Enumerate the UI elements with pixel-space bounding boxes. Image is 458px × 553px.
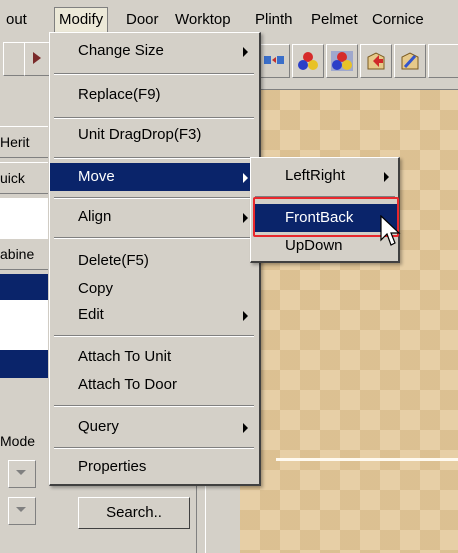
menu-separator (54, 197, 254, 199)
menu-item-attach-to-door[interactable]: Attach To Door (50, 371, 258, 399)
label-mode: Mode (0, 426, 48, 456)
annotation-highlight-box (253, 197, 399, 237)
search-button[interactable]: Search.. (78, 497, 190, 529)
menu-item-change-size[interactable]: Change Size (50, 37, 258, 65)
menu-item-copy[interactable]: Copy (50, 275, 258, 303)
paint-colors-button[interactable] (326, 44, 358, 78)
menu-door[interactable]: Door (122, 8, 163, 32)
tab-heritage[interactable]: Herit (0, 126, 48, 158)
second-dropdown[interactable] (8, 497, 36, 525)
menu-separator (54, 447, 254, 449)
menu-cornice[interactable]: Cornice (368, 8, 428, 32)
play-button[interactable] (24, 42, 50, 76)
menu-item-label: Align (78, 208, 112, 225)
edit-cabinet-button[interactable] (394, 44, 426, 78)
chevron-down-icon (16, 507, 26, 512)
selected-row-2[interactable] (0, 350, 48, 378)
selected-row[interactable] (0, 274, 48, 300)
submenu-item-label: LeftRight (285, 167, 346, 184)
menu-item-properties[interactable]: Properties (50, 453, 258, 481)
menu-item-label: Edit (78, 306, 104, 323)
mouse-cursor-icon (380, 215, 401, 246)
menu-item-move[interactable]: Move (50, 163, 258, 191)
cabinet-arrow-button[interactable] (360, 44, 392, 78)
submenu-arrow-icon (384, 172, 389, 182)
menu-item-label: Move (78, 168, 115, 185)
submenu-arrow-icon (243, 173, 248, 183)
wall-line (276, 458, 458, 461)
paint-colors-icon (331, 51, 353, 71)
menu-separator (54, 157, 254, 159)
left-panel: Herit uick abine Mode (0, 38, 50, 553)
modify-menu: Change Size Replace(F9) Unit DragDrop(F3… (49, 32, 261, 486)
menu-item-replace[interactable]: Replace(F9) (50, 81, 258, 109)
tab-quick[interactable]: uick (0, 162, 48, 194)
menu-item-query[interactable]: Query (50, 413, 258, 441)
play-icon (33, 52, 41, 64)
menu-separator (54, 117, 254, 119)
menu-item-delete[interactable]: Delete(F5) (50, 247, 258, 275)
menu-item-align[interactable]: Align (50, 203, 258, 231)
chevron-down-icon (16, 470, 26, 475)
menu-item-label: Change Size (78, 42, 164, 59)
menu-item-label: Query (78, 418, 119, 435)
cabinet-arrow-icon (367, 52, 385, 70)
list-area (0, 198, 48, 238)
menu-separator (54, 405, 254, 407)
submenu-arrow-icon (243, 311, 248, 321)
menu-item-edit[interactable]: Edit (50, 301, 258, 329)
menu-worktop[interactable]: Worktop (171, 8, 235, 32)
toolbar (240, 38, 458, 90)
colors-icon (298, 52, 318, 70)
menu-plinth[interactable]: Plinth (251, 8, 297, 32)
colors-button[interactable] (292, 44, 324, 78)
menu-pelmet[interactable]: Pelmet (307, 8, 362, 32)
label-cabinet: abine (0, 238, 48, 270)
edit-cabinet-icon (401, 52, 419, 70)
menu-separator (54, 237, 254, 239)
submenu-item-leftright[interactable]: LeftRight (253, 162, 397, 190)
menu-separator (54, 73, 254, 75)
swap-icon (264, 56, 284, 64)
swap-button[interactable] (258, 44, 290, 78)
mode-dropdown[interactable] (8, 460, 36, 488)
menu-item-unit-dragdrop[interactable]: Unit DragDrop(F3) (50, 121, 258, 149)
list-area-2 (0, 300, 48, 350)
menu-modify[interactable]: Modify (54, 7, 109, 32)
menu-item-attach-to-unit[interactable]: Attach To Unit (50, 343, 258, 371)
submenu-arrow-icon (243, 213, 248, 223)
submenu-arrow-icon (243, 47, 248, 57)
submenu-arrow-icon (243, 423, 248, 433)
more-button[interactable] (428, 44, 458, 78)
menu-separator (54, 335, 254, 337)
menu-layout[interactable]: out (2, 8, 31, 32)
